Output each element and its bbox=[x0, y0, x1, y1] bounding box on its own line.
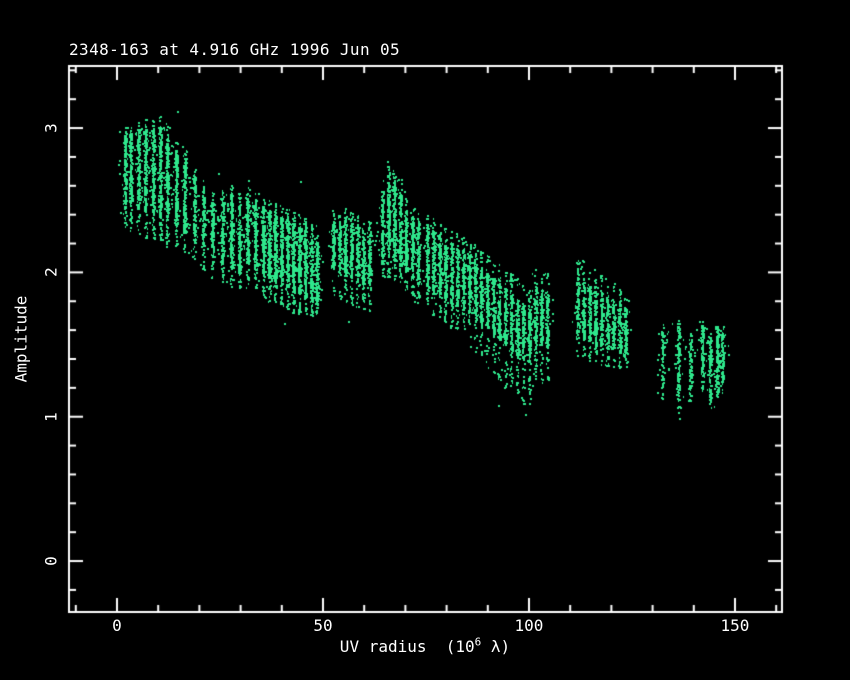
plot-title: 2348-163 at 4.916 GHz 1996 Jun 05 bbox=[69, 40, 400, 59]
uv-plot-window: 2348-163 at 4.916 GHz 1996 Jun 05 Amplit… bbox=[0, 0, 850, 680]
y-tick-label-0: 0 bbox=[42, 556, 61, 566]
x-tick-label-100: 100 bbox=[515, 616, 544, 635]
y-axis-label: Amplitude bbox=[12, 296, 31, 383]
x-tick-label-150: 150 bbox=[721, 616, 750, 635]
y-tick-label-3: 3 bbox=[42, 123, 61, 133]
y-tick-label-1: 1 bbox=[42, 412, 61, 422]
y-tick-label-2: 2 bbox=[42, 268, 61, 278]
x-tick-label-50: 50 bbox=[313, 616, 332, 635]
uv-amplitude-plot-canvas bbox=[0, 0, 850, 680]
x-axis-label-unit: λ) bbox=[481, 637, 510, 656]
x-axis-label: UV radius (106 λ) bbox=[340, 637, 510, 656]
x-axis-label-text: UV radius (10 bbox=[340, 637, 475, 656]
x-tick-label-0: 0 bbox=[112, 616, 122, 635]
